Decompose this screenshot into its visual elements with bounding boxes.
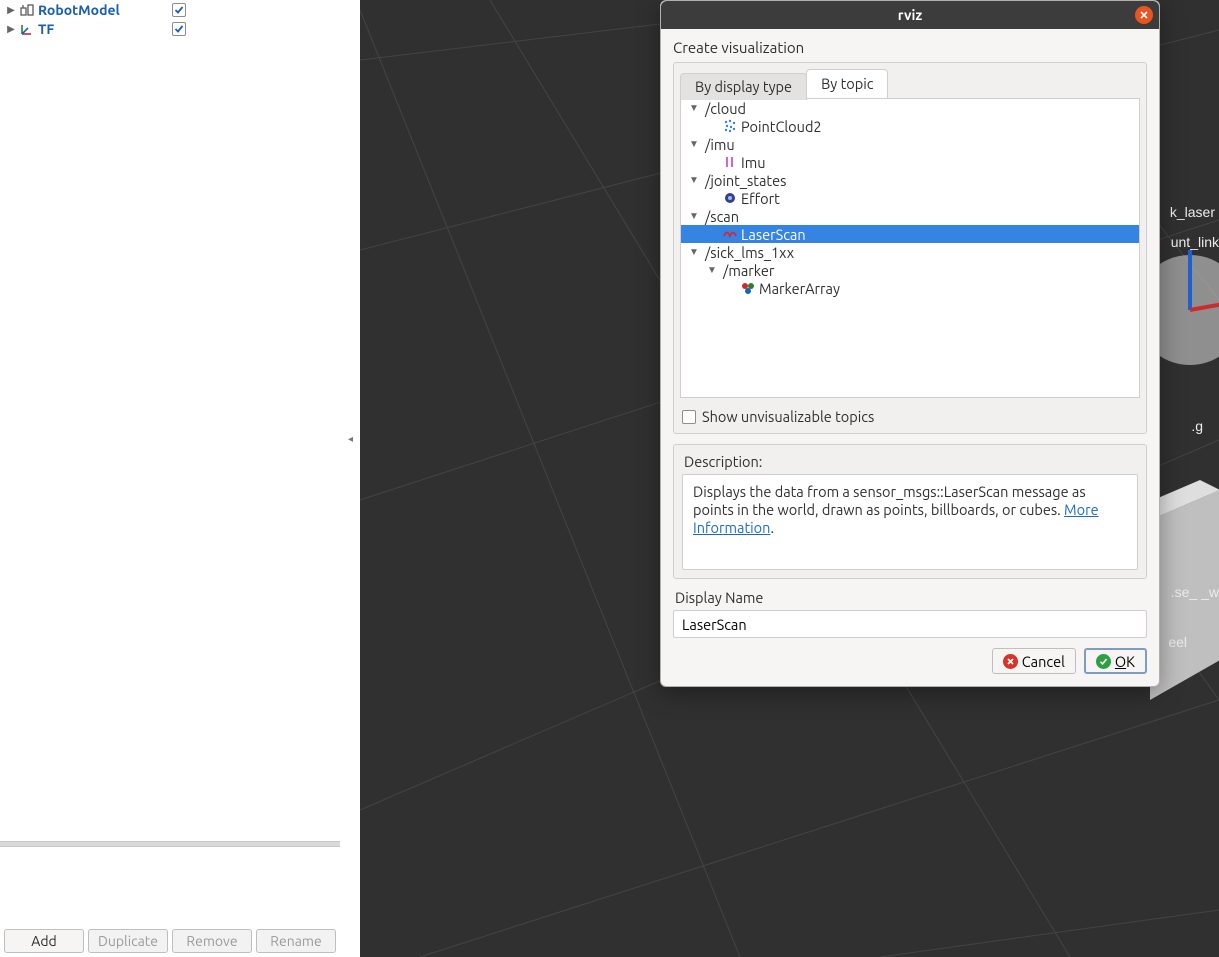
- duplicate-button[interactable]: Duplicate: [88, 929, 168, 953]
- display-name-label: Display Name: [675, 589, 1147, 606]
- vertical-splitter[interactable]: [340, 0, 360, 957]
- ok-button[interactable]: OK: [1084, 648, 1147, 674]
- tab-by-display-type[interactable]: By display type: [680, 73, 807, 100]
- tree-topic-joint-states[interactable]: ▼ /joint_states: [681, 171, 1139, 189]
- tree-display-imu[interactable]: Imu: [681, 153, 1139, 171]
- create-visualization-dialog: rviz Create visualization By display typ…: [660, 0, 1160, 687]
- chevron-down-icon[interactable]: ▼: [685, 138, 703, 150]
- display-name-input[interactable]: [673, 610, 1147, 638]
- displays-tree[interactable]: ▶ RobotModel ▶ TF: [0, 0, 340, 841]
- tree-topic-imu[interactable]: ▼ /imu: [681, 135, 1139, 153]
- cancel-button-label: Cancel: [1022, 653, 1065, 670]
- link-label: .g: [1191, 418, 1203, 434]
- tree-display-markerarray[interactable]: MarkerArray: [681, 279, 1139, 297]
- topic-tree[interactable]: ▼ /cloud PointCloud2 ▼ /imu: [680, 98, 1140, 398]
- dialog-title: rviz: [898, 7, 922, 23]
- ok-icon: [1096, 654, 1111, 669]
- add-button[interactable]: Add: [4, 929, 84, 953]
- tree-topic-cloud[interactable]: ▼ /cloud: [681, 99, 1139, 117]
- chevron-down-icon[interactable]: ▼: [685, 102, 703, 114]
- display-item-label: TF: [38, 21, 54, 37]
- splitter-collapse-icon[interactable]: ◂: [348, 436, 356, 448]
- display-item-tf[interactable]: ▶ TF: [0, 19, 340, 38]
- display-item-robotmodel[interactable]: ▶ RobotModel: [0, 0, 340, 19]
- chevron-down-icon[interactable]: ▼: [703, 264, 721, 276]
- robotmodel-icon: [18, 2, 36, 18]
- expand-icon[interactable]: ▶: [4, 24, 18, 34]
- expand-icon[interactable]: ▶: [4, 5, 18, 15]
- link-label: .se_ _w: [1171, 584, 1219, 600]
- displays-button-bar: Add Duplicate Remove Rename: [0, 929, 340, 957]
- rename-button[interactable]: Rename: [256, 929, 336, 953]
- tf-icon: [18, 21, 36, 37]
- tab-by-topic[interactable]: By topic: [806, 69, 888, 98]
- chevron-down-icon[interactable]: ▼: [685, 246, 703, 258]
- chevron-down-icon[interactable]: ▼: [685, 210, 703, 222]
- cancel-button[interactable]: Cancel: [992, 648, 1076, 674]
- chevron-down-icon[interactable]: ▼: [685, 174, 703, 186]
- ok-button-label: OK: [1115, 653, 1135, 670]
- display-enable-checkbox[interactable]: [172, 3, 186, 17]
- display-item-label: RobotModel: [38, 2, 120, 18]
- display-enable-checkbox[interactable]: [172, 22, 186, 36]
- link-label: k_laser: [1170, 204, 1215, 220]
- laserscan-icon: [721, 226, 739, 242]
- show-unvisualizable-checkbox[interactable]: [682, 410, 696, 424]
- cancel-icon: [1003, 654, 1018, 669]
- remove-button[interactable]: Remove: [172, 929, 252, 953]
- tree-display-effort[interactable]: Effort: [681, 189, 1139, 207]
- visualization-picker-group: By display type By topic ▼ /cloud PointC…: [673, 62, 1147, 434]
- imu-icon: [721, 154, 739, 170]
- pointcloud2-icon: [721, 118, 739, 134]
- tab-bar: By display type By topic: [674, 63, 1146, 98]
- tree-display-pointcloud2[interactable]: PointCloud2: [681, 117, 1139, 135]
- tree-topic-marker[interactable]: ▼ /marker: [681, 261, 1139, 279]
- display-description-area: [0, 847, 340, 929]
- description-trail: .: [770, 519, 774, 536]
- link-label: eel: [1168, 634, 1187, 650]
- close-icon[interactable]: [1135, 6, 1153, 24]
- dialog-heading: Create visualization: [673, 39, 1147, 56]
- dialog-titlebar[interactable]: rviz: [661, 1, 1159, 29]
- description-text: Displays the data from a sensor_msgs::La…: [693, 483, 1086, 518]
- description-heading: Description:: [684, 453, 1138, 470]
- tree-topic-scan[interactable]: ▼ /scan: [681, 207, 1139, 225]
- tree-display-laserscan[interactable]: LaserScan: [681, 225, 1139, 243]
- description-box: Displays the data from a sensor_msgs::La…: [682, 474, 1138, 570]
- markerarray-icon: [739, 280, 757, 296]
- displays-panel: ▶ RobotModel ▶ TF: [0, 0, 340, 957]
- link-label: unt_link: [1171, 234, 1219, 250]
- tree-topic-sick-lms-1xx[interactable]: ▼ /sick_lms_1xx: [681, 243, 1139, 261]
- effort-icon: [721, 190, 739, 206]
- show-unvisualizable-label: Show unvisualizable topics: [702, 408, 874, 425]
